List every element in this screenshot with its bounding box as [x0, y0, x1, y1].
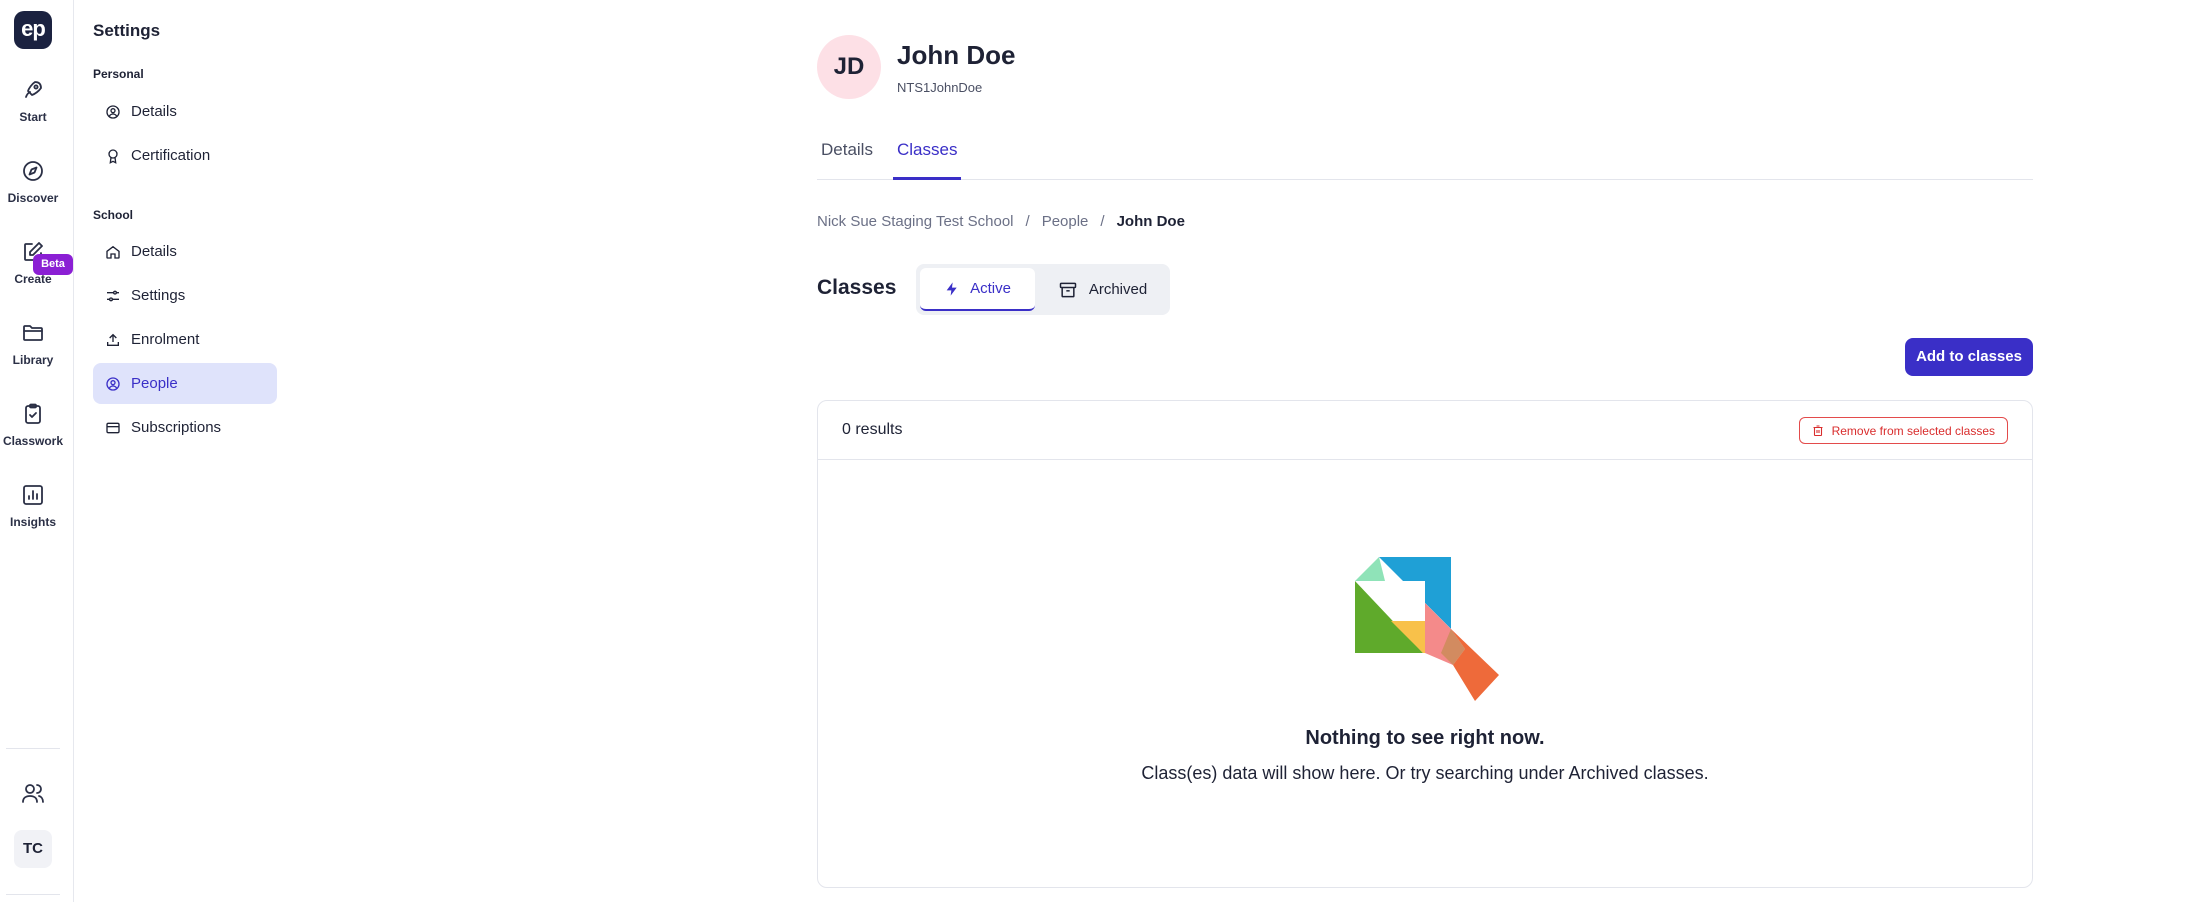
rail-divider-bottom: [6, 894, 60, 895]
breadcrumb-current: John Doe: [1116, 213, 1185, 230]
sidebar-section-personal: Personal: [93, 67, 144, 81]
empty-state-illustration: [1355, 557, 1499, 701]
classes-heading: Classes: [817, 276, 897, 299]
beta-badge: Beta: [33, 254, 73, 275]
rail-item-library[interactable]: Library: [0, 321, 66, 367]
sidebar-item-label: Settings: [131, 287, 186, 304]
sidebar-item-label: Details: [131, 243, 177, 260]
sidebar-item-label: Subscriptions: [131, 419, 222, 436]
results-card: 0 results Remove from selected classes N…: [817, 400, 2033, 888]
sidebar-item-label: People: [131, 375, 178, 392]
sidebar-section-school: School: [93, 208, 134, 222]
award-icon: [108, 148, 118, 164]
users-icon: [22, 784, 44, 803]
tab-details[interactable]: Details: [817, 140, 877, 180]
results-count: 0 results: [842, 421, 903, 438]
rail-label-start: Start: [19, 110, 47, 124]
rail-label-library: Library: [12, 353, 54, 367]
sidebar-item-school-details[interactable]: Details: [93, 231, 277, 272]
remove-from-classes-button[interactable]: Remove from selected classes: [1798, 417, 2008, 444]
clipboard-check-icon: [25, 403, 41, 424]
bar-chart-icon: [23, 485, 43, 505]
add-to-classes-button[interactable]: Add to classes: [1905, 338, 2033, 376]
rail-item-start[interactable]: Start: [0, 78, 66, 124]
compass-icon: [23, 161, 43, 181]
sidebar-item-school-settings[interactable]: Settings: [93, 275, 277, 316]
sidebar-item-certification[interactable]: Certification: [93, 135, 277, 176]
sidebar-item-personal-details[interactable]: Details: [93, 91, 277, 132]
home-icon: [106, 245, 120, 259]
rail-item-discover[interactable]: Discover: [0, 159, 66, 205]
rail-item-insights[interactable]: Insights: [0, 483, 66, 529]
card-icon: [106, 422, 120, 433]
archive-icon: [1059, 282, 1077, 297]
sidebar-item-label: Enrolment: [131, 331, 200, 348]
empty-state-subtitle: Class(es) data will show here. Or try se…: [1141, 763, 1709, 783]
breadcrumb-people[interactable]: People: [1042, 213, 1089, 230]
profile-tabs: Details Classes: [817, 140, 2033, 180]
rail-label-discover: Discover: [7, 191, 59, 205]
user-avatar[interactable]: TC: [14, 830, 52, 868]
breadcrumb-separator: /: [1025, 213, 1030, 230]
bolt-icon: [946, 281, 957, 296]
class-status-toggle: Active Archived: [916, 264, 1170, 315]
sidebar-item-label: Details: [131, 103, 177, 120]
app-rail: ep Start Discover Create Beta Library Cl…: [0, 0, 74, 902]
sidebar-title: Settings: [93, 21, 161, 40]
upload-icon: [107, 333, 119, 346]
user-circle-icon: [106, 104, 120, 119]
breadcrumb: Nick Sue Staging Test School / People / …: [817, 213, 1185, 230]
sidebar-item-label: Certification: [131, 147, 211, 164]
active-label: Active: [970, 280, 1011, 297]
sidebar-item-people[interactable]: People: [93, 363, 277, 404]
folder-icon: [23, 325, 43, 341]
rail-divider: [6, 748, 60, 749]
rail-item-classwork[interactable]: Classwork: [0, 402, 66, 448]
empty-state-title: Nothing to see right now.: [1305, 727, 1545, 749]
profile-handle: NTS1JohnDoe: [897, 80, 983, 95]
profile-name: John Doe: [897, 40, 1016, 70]
rail-label-insights: Insights: [9, 515, 56, 529]
trash-icon: [1813, 425, 1823, 437]
rail-label-classwork: Classwork: [2, 434, 64, 448]
archived-classes-button[interactable]: Archived: [1040, 268, 1164, 311]
remove-label: Remove from selected classes: [1831, 423, 1995, 438]
rail-people-button[interactable]: [0, 781, 66, 805]
sidebar-item-subscriptions[interactable]: Subscriptions: [93, 407, 277, 448]
app-logo[interactable]: ep: [14, 11, 52, 49]
active-classes-button[interactable]: Active: [920, 268, 1035, 311]
breadcrumb-separator: /: [1100, 213, 1105, 230]
results-header: 0 results Remove from selected classes: [818, 401, 2032, 460]
tab-classes[interactable]: Classes: [893, 140, 962, 180]
settings-sidebar: Settings Personal Details Certification …: [74, 0, 294, 902]
breadcrumb-school[interactable]: Nick Sue Staging Test School: [817, 213, 1014, 230]
user-circle-icon: [106, 376, 120, 391]
sliders-icon: [107, 290, 119, 301]
sidebar-item-enrolment[interactable]: Enrolment: [93, 319, 277, 360]
profile-avatar: JD: [817, 35, 881, 99]
rocket-icon: [25, 81, 42, 98]
archived-label: Archived: [1088, 281, 1148, 298]
